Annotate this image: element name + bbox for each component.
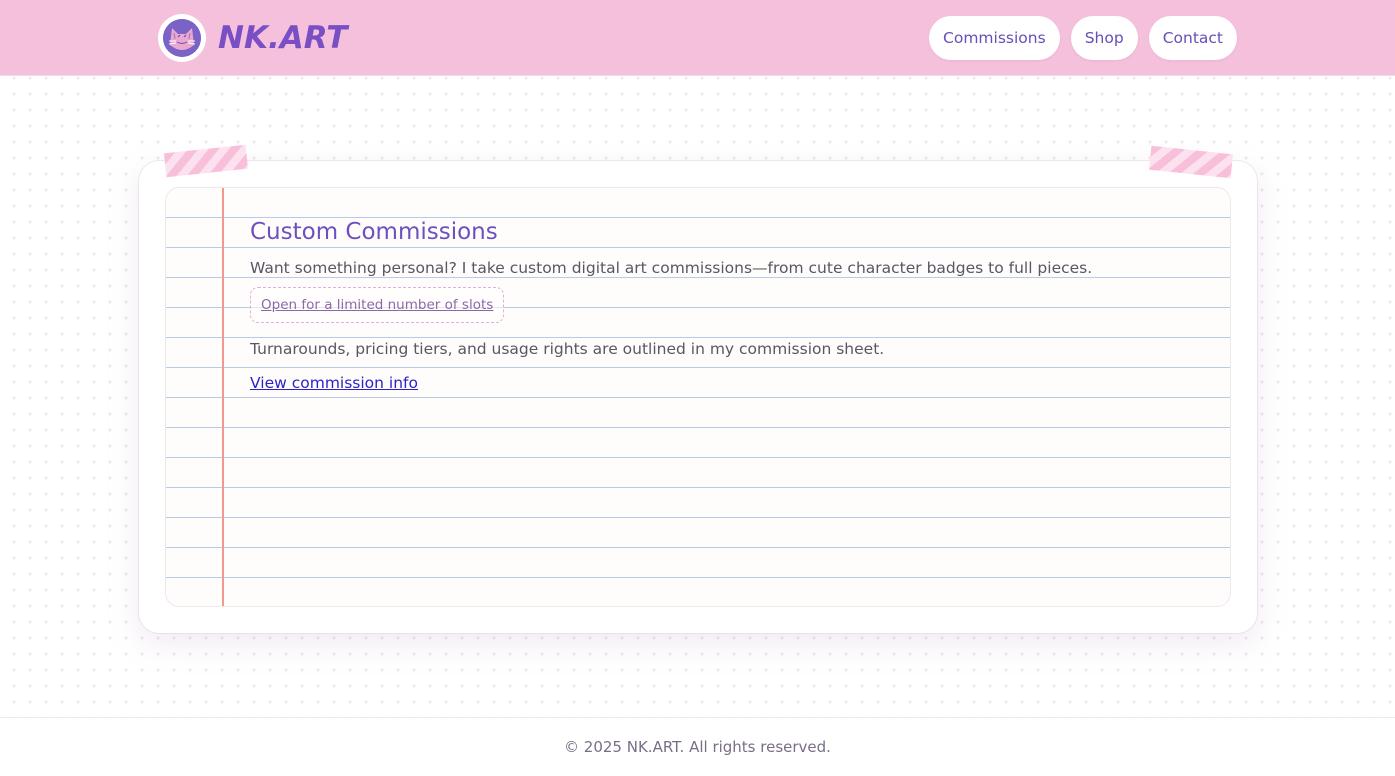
slots-badge[interactable]: Open for a limited number of slots (250, 287, 505, 323)
logo-text: NK.ART (218, 20, 348, 56)
copyright-text: © 2025 NK.ART. All rights reserved. (564, 738, 831, 756)
commission-info-link[interactable]: View commission info (250, 373, 418, 393)
site-header: NK.ART Commissions Shop Contact (0, 0, 1395, 76)
intro-text: Want something personal? I take custom d… (250, 259, 1093, 277)
page-title: Custom Commissions (250, 219, 498, 245)
notebook-paper: Custom Commissions Want something person… (165, 187, 1231, 607)
nav-contact-button[interactable]: Contact (1148, 16, 1237, 60)
nav-commissions-button[interactable]: Commissions (929, 16, 1060, 60)
site-footer: © 2025 NK.ART. All rights reserved. (0, 717, 1395, 776)
paper-margin-line (222, 188, 224, 606)
main-nav: Commissions Shop Contact (918, 16, 1237, 60)
nav-shop-button[interactable]: Shop (1070, 16, 1138, 60)
commission-content: Custom Commissions Want something person… (250, 216, 1210, 393)
cat-avatar-icon (158, 14, 206, 62)
details-text: Turnarounds, pricing tiers, and usage ri… (250, 340, 885, 358)
site-logo[interactable]: NK.ART (158, 14, 347, 62)
